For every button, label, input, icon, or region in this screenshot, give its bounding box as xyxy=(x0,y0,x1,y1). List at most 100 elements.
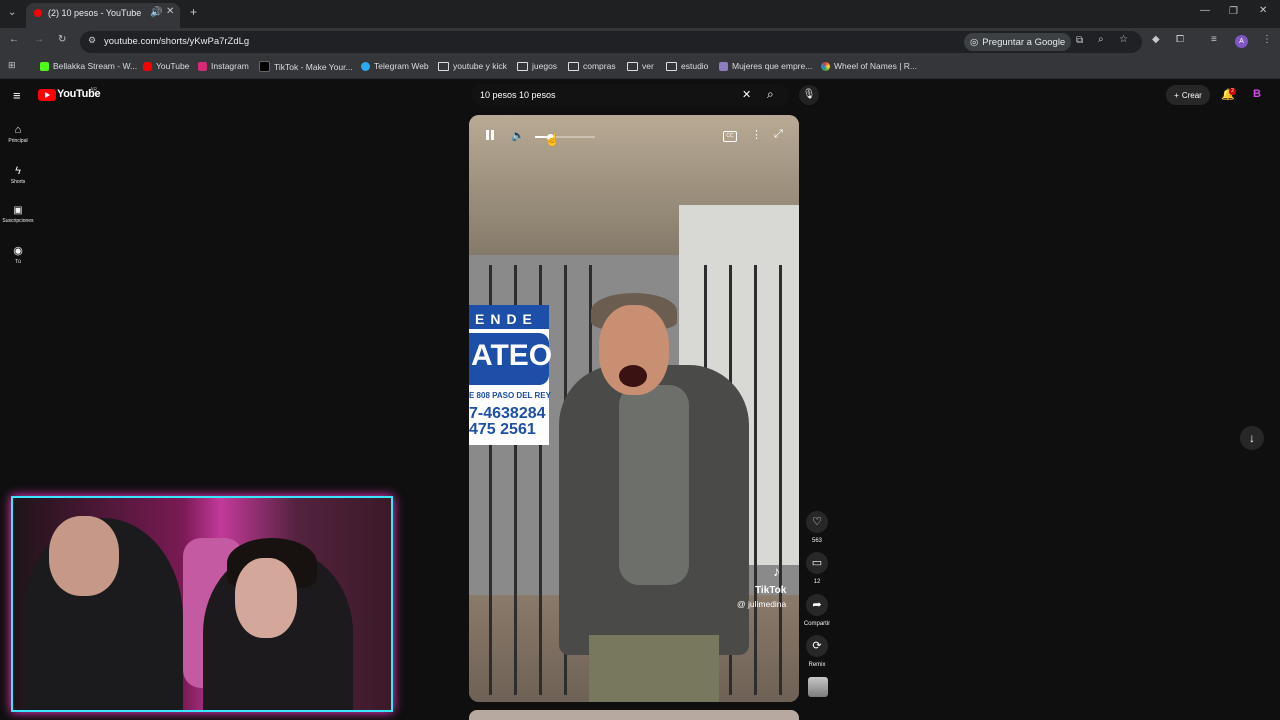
tab-title: (2) 10 pesos - YouTube xyxy=(48,8,142,18)
youtube-logo-icon[interactable] xyxy=(38,89,56,101)
minimize-icon[interactable]: — xyxy=(1200,5,1210,16)
gate-bar xyxy=(754,265,757,695)
create-button[interactable]: + Crear xyxy=(1166,85,1210,105)
tab-audio-icon[interactable]: 🔊 xyxy=(150,7,162,18)
bookmark-item[interactable]: Bellakka Stream - W... xyxy=(40,61,137,71)
audio-thumbnail[interactable] xyxy=(808,677,828,697)
pause-icon[interactable] xyxy=(481,127,499,145)
bookmark-item[interactable]: TikTok - Make Your... xyxy=(259,61,353,72)
comments-button-icon[interactable]: ▭ xyxy=(806,552,828,574)
tab-close-icon[interactable]: ✕ xyxy=(166,6,174,17)
search-input-value[interactable]: 10 pesos 10 pesos xyxy=(480,90,556,100)
site-info-icon[interactable]: ⚙ xyxy=(88,35,96,46)
volume-icon[interactable]: 🔈 xyxy=(511,129,525,142)
subscriptions-icon: ▣ xyxy=(13,205,23,216)
sidebar-item-subscriptions[interactable]: ▣ Suscripciones xyxy=(0,202,36,224)
mouse-cursor-icon: ☝ xyxy=(545,133,560,147)
extensions-puzzle-icon[interactable]: ⧠ xyxy=(1176,34,1184,45)
bookmark-star-icon[interactable]: ☆ xyxy=(1119,34,1128,45)
bookmark-item[interactable]: YouTube xyxy=(143,61,189,71)
apps-grid-icon[interactable]: ⊞ xyxy=(8,60,16,71)
share-button-icon[interactable]: ➦ xyxy=(806,594,828,616)
folder-icon xyxy=(438,61,449,71)
webcam-overlay xyxy=(11,496,393,712)
bookmark-item[interactable]: Telegram Web xyxy=(361,61,429,71)
account-avatar[interactable]: B xyxy=(1253,88,1261,100)
wheel-icon xyxy=(821,61,830,71)
sign-text: 475 2561 xyxy=(469,421,536,438)
kick-icon xyxy=(40,61,49,71)
bookmark-item[interactable]: Mujeres que empre... xyxy=(719,61,812,71)
sidebar-item-you[interactable]: ◉ Tú xyxy=(0,243,36,265)
like-button-icon[interactable]: ♡ xyxy=(806,511,828,533)
captions-icon[interactable]: CC xyxy=(723,131,737,142)
install-icon[interactable]: ⧉ xyxy=(1076,35,1083,46)
new-tab-icon[interactable]: + xyxy=(190,5,197,19)
video-person-mouth xyxy=(619,365,647,387)
clear-search-icon[interactable]: ✕ xyxy=(742,88,751,101)
more-options-icon[interactable]: ⋮ xyxy=(751,128,762,141)
reload-icon[interactable]: ↻ xyxy=(58,34,66,45)
sidebar-item-shorts[interactable]: ϟ Shorts xyxy=(0,163,36,185)
youtube-icon xyxy=(143,61,152,71)
webcam-person-right-face xyxy=(235,558,297,638)
folder-icon xyxy=(627,61,638,71)
tiktok-watermark-icon: ♪ xyxy=(773,563,780,579)
extension-diamond-icon[interactable]: ◆ xyxy=(1152,34,1160,45)
sign-text: ATEO xyxy=(471,339,553,372)
video-person-pants xyxy=(589,635,719,702)
telegram-icon xyxy=(361,61,370,71)
tiktok-watermark-handle: @ julimedina xyxy=(737,599,787,609)
next-short-preview[interactable] xyxy=(469,710,799,720)
bookmark-folder[interactable]: compras xyxy=(568,61,616,71)
next-video-arrow-icon[interactable]: ↓ xyxy=(1240,426,1264,450)
browser-menu-icon[interactable]: ⋮ xyxy=(1262,34,1272,45)
like-count: 563 xyxy=(811,538,822,544)
webcam-person-left-face xyxy=(49,516,119,596)
plus-icon: + xyxy=(1174,90,1179,100)
you-icon: ◉ xyxy=(13,245,23,257)
bookmark-item[interactable]: Instagram xyxy=(198,61,249,71)
back-icon[interactable]: ← xyxy=(9,34,19,45)
remix-label: Remix xyxy=(808,662,826,668)
sign-text: ENDE xyxy=(475,311,538,327)
search-icon[interactable]: ⌕ xyxy=(767,87,774,102)
youtube-favicon-icon xyxy=(34,9,42,17)
profile-avatar[interactable]: A xyxy=(1235,35,1248,48)
bookmark-folder[interactable]: estudio xyxy=(666,61,708,71)
sign-text: E 808 PASO DEL REY xyxy=(469,391,551,400)
bookmark-item[interactable]: Wheel of Names | R... xyxy=(821,61,917,71)
ask-google-button[interactable]: ◎ Preguntar a Google xyxy=(964,33,1072,51)
m-icon xyxy=(719,61,728,71)
bookmark-folder[interactable]: ver xyxy=(627,61,654,71)
window-close-icon[interactable]: ✕ xyxy=(1259,5,1267,16)
zoom-icon[interactable]: ⌕ xyxy=(1098,34,1104,45)
bookmark-folder[interactable]: juegos xyxy=(517,61,557,71)
sidebar-item-home[interactable]: ⌂ Principal xyxy=(0,122,36,144)
gate-bar xyxy=(779,265,782,695)
media-control-icon[interactable]: ≡ xyxy=(1211,34,1217,45)
comment-count: 12 xyxy=(813,579,821,585)
country-code: AR xyxy=(90,87,97,93)
home-icon: ⌂ xyxy=(14,124,22,136)
shorts-icon: ϟ xyxy=(15,165,21,177)
voice-search-mic-icon[interactable]: 🎙 xyxy=(799,85,819,105)
remix-button-icon[interactable]: ⟳ xyxy=(806,635,828,657)
restore-icon[interactable]: ❐ xyxy=(1229,6,1238,17)
folder-icon xyxy=(517,61,528,71)
folder-icon xyxy=(666,61,677,71)
shorts-video-player[interactable]: ENDE ATEO E 808 PASO DEL REY 7-4638284 4… xyxy=(469,115,799,702)
ask-google-label: Preguntar a Google xyxy=(982,36,1066,48)
url-text[interactable]: youtube.com/shorts/yKwPa7rZdLg xyxy=(104,36,249,47)
bookmark-folder[interactable]: youtube y kick xyxy=(438,61,507,71)
tiktok-watermark-brand: TikTok xyxy=(755,585,787,596)
tab-search-chevron-icon[interactable]: ⌄ xyxy=(8,7,16,18)
tiktok-icon xyxy=(259,61,270,72)
folder-icon xyxy=(568,61,579,71)
forward-icon[interactable]: → xyxy=(34,34,44,45)
fullscreen-icon[interactable]: ⤢ xyxy=(774,128,783,141)
share-label: Compartir xyxy=(803,621,831,627)
instagram-icon xyxy=(198,61,207,71)
hamburger-menu-icon[interactable]: ≡ xyxy=(13,88,21,103)
google-lens-icon: ◎ xyxy=(970,36,979,48)
